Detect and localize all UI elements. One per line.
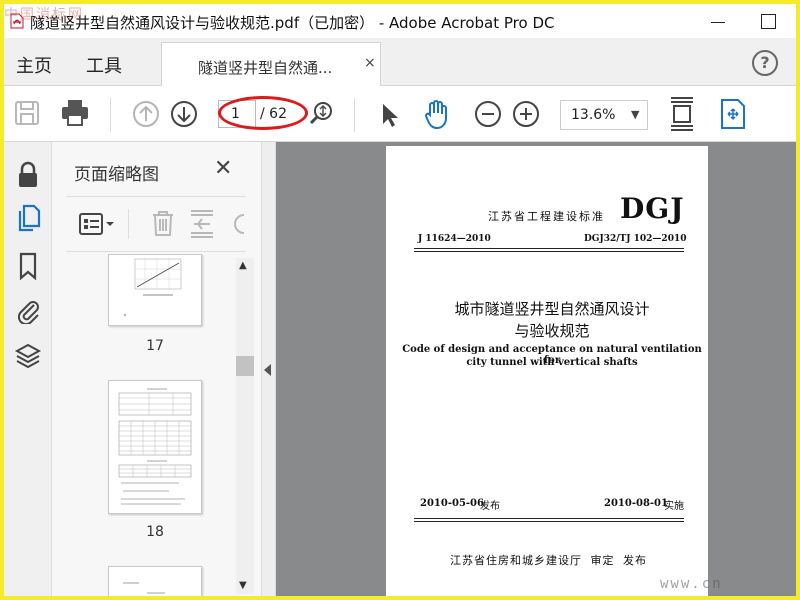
page-issuer: 江苏省住房和城乡建设厅 审定 发布 [450, 554, 647, 567]
panel-toolbar [66, 196, 246, 252]
page-rule [414, 521, 684, 522]
fit-page-icon[interactable] [668, 96, 696, 132]
zoom-in-icon[interactable] [512, 100, 540, 128]
window-title: 隧道竖井型自然通风设计与验收规范.pdf（已加密） - Adobe Acroba… [30, 14, 555, 32]
insert-page-icon[interactable] [188, 209, 216, 239]
tools-tab[interactable]: 工具 [86, 52, 122, 78]
select-cursor-icon[interactable] [380, 102, 400, 128]
panel-title: 页面缩略图 [74, 165, 159, 185]
home-tab[interactable]: 主页 [16, 52, 52, 78]
collapse-arrow-icon [264, 364, 271, 376]
page-rule [414, 518, 684, 519]
close-tab-icon[interactable]: × [364, 55, 376, 71]
print-icon[interactable] [60, 98, 90, 128]
help-icon[interactable]: ? [752, 50, 778, 76]
title-bar: 隧道竖井型自然通风设计与验收规范.pdf（已加密） - Adobe Acroba… [4, 4, 796, 38]
page-title-cn-line2: 与验收规范 [514, 322, 590, 340]
thumbnail-options-icon[interactable] [78, 211, 116, 237]
page-rule [414, 251, 684, 252]
scroll-down-icon[interactable]: ▼ [239, 580, 247, 591]
zoom-out-icon[interactable] [474, 100, 502, 128]
page-org: 江苏省工程建设标准 [488, 210, 605, 223]
page-issue-date: 2010-05-06 [420, 498, 484, 509]
document-tab-label: 隧道竖井型自然通... [198, 59, 333, 77]
minimize-button[interactable] [704, 8, 732, 34]
page-down-icon[interactable] [170, 100, 198, 128]
page-code-right: DGJ32/TJ 102—2010 [584, 234, 687, 244]
hand-icon[interactable] [422, 98, 454, 130]
toolbar: 1 / 62 13.6% ▼ [4, 86, 796, 142]
attachment-icon[interactable] [14, 296, 42, 324]
zoom-search-icon[interactable] [308, 100, 334, 128]
app-window: 隧道竖井型自然通风设计与验收规范.pdf（已加密） - Adobe Acroba… [4, 4, 796, 596]
bookmark-icon[interactable] [14, 252, 42, 280]
lock-icon[interactable] [14, 160, 42, 188]
toolbar-separator [354, 98, 355, 132]
document-tab[interactable]: 隧道竖井型自然通... × [161, 42, 381, 86]
scrollbar-thumb[interactable] [236, 356, 254, 376]
watermark-top: 中国消标网 [4, 7, 84, 23]
page-effective-suffix: 实施 [664, 501, 684, 512]
tab-bar: 主页 工具 隧道竖井型自然通... × ? [4, 38, 796, 86]
thumbnail-image [124, 258, 182, 316]
save-icon[interactable] [14, 100, 40, 126]
thumbnail-page-19[interactable] [108, 566, 202, 596]
watermark-bottom: www.cn [660, 576, 723, 592]
thumbnail-list: 17 18 [52, 254, 236, 596]
thumbnail-scrollbar[interactable]: ▲ ▼ [236, 258, 254, 594]
page-effective-date: 2010-08-01 [604, 498, 668, 509]
delete-icon[interactable] [150, 209, 176, 237]
thumbnails-panel: 页面缩略图 ✕ 17 18 ▲ ▼ [52, 142, 262, 596]
thumbnail-label: 17 [146, 338, 164, 354]
scroll-up-icon[interactable]: ▲ [239, 260, 247, 271]
page-issue-suffix: 发布 [480, 501, 500, 512]
pdf-page: 江苏省工程建设标准 DGJ J 11624—2010 DGJ32/TJ 102—… [386, 146, 708, 596]
layers-icon[interactable] [14, 342, 42, 370]
pages-icon[interactable] [14, 204, 42, 232]
thumbnail-label: 18 [146, 524, 164, 540]
document-view[interactable]: 江苏省工程建设标准 DGJ J 11624—2010 DGJ32/TJ 102—… [276, 142, 796, 596]
zoom-dropdown[interactable]: 13.6% ▼ [560, 100, 648, 130]
panel-collapse-handle[interactable] [262, 142, 276, 596]
page-code-left: J 11624—2010 [418, 234, 491, 244]
rotate-icon[interactable] [230, 211, 246, 237]
page-series: DGJ [620, 192, 685, 225]
toolbar-separator [110, 98, 111, 132]
zoom-value: 13.6% [571, 107, 616, 123]
thumbnail-image [123, 582, 165, 594]
full-screen-icon[interactable] [718, 98, 748, 130]
page-rule [414, 248, 684, 249]
chevron-down-icon: ▼ [631, 108, 640, 121]
page-title-cn-line1: 城市隧道竖井型自然通风设计 [454, 300, 650, 318]
page-title-en-line2: city tunnel with vertical shafts [466, 357, 638, 368]
close-icon[interactable]: ✕ [214, 156, 232, 181]
thumbnail-page-17[interactable] [108, 254, 202, 326]
thumbnail-page-18[interactable] [108, 380, 202, 514]
highlight-annotation [218, 96, 308, 130]
panel-separator [128, 209, 129, 239]
maximize-button[interactable] [754, 8, 782, 34]
thumbnail-image [118, 388, 192, 505]
left-rail [4, 142, 52, 596]
page-up-icon[interactable] [132, 100, 160, 128]
